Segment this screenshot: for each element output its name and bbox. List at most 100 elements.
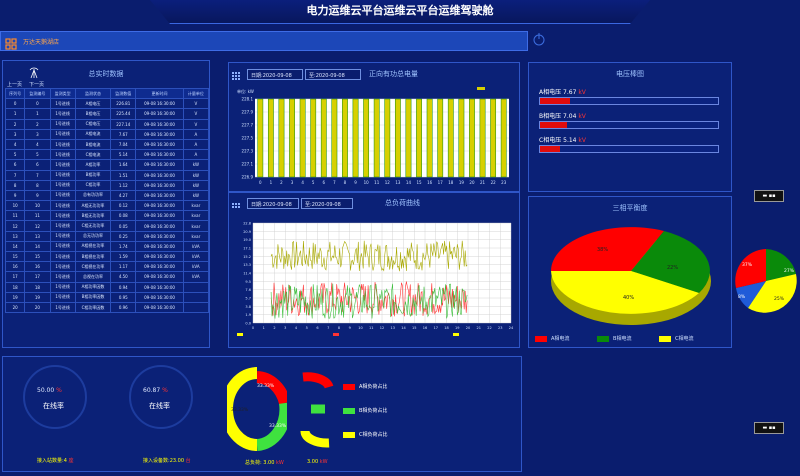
table-cell: 1号进线: [49, 281, 76, 293]
online-gauge-stations: 50.00 % 在线率: [23, 365, 87, 429]
table-cell: 1号进线: [49, 261, 76, 273]
table-cell: 12: [4, 220, 26, 232]
mini-label-r: 37%: [742, 262, 753, 268]
table-cell: 4: [4, 138, 26, 151]
energy-bar: [394, 98, 401, 178]
table-cell: 09-08 16:30:00: [135, 250, 184, 263]
table-row[interactable]: 2 2 1号进线 C相电压 227.14 09-08 16:30:00 V: [4, 118, 210, 130]
table-row[interactable]: 10 10 1号进线 A相无功功率 0.12 09-08 16:30:00 kvar: [4, 200, 210, 212]
legend-swatch-b: [597, 335, 610, 342]
energy-end-date[interactable]: 至:2020-09-08: [305, 69, 361, 80]
realtime-table-wrap: 序列号 监测编号 监测类型 监测状态 监测数值 更新时间 计量单位 0 0 1号进线 A相电压 22…: [4, 87, 210, 314]
x-tick-label: 24: [509, 326, 514, 330]
y-tick-label: 11.4: [243, 272, 252, 276]
energy-bar: [320, 98, 327, 178]
table-cell: 19: [4, 291, 26, 303]
table-cell: 09-08 16:30:00: [135, 230, 184, 242]
table-cell: 10: [24, 200, 51, 212]
table-row[interactable]: 1 1 1号进线 B相电压 225.44 09-08 16:30:00 V: [4, 108, 210, 120]
table-row[interactable]: 16 16 1号进线 C相视在功率 1.17 09-08 16:30:00 kVA: [4, 261, 210, 273]
balance-panel: 三相平衡度 38% 22% 40% A相电流 B相电流 C相电流: [528, 196, 732, 348]
next-page-link[interactable]: 下一页: [29, 81, 44, 88]
energy-bar: [342, 98, 348, 178]
table-cell: A: [182, 128, 210, 140]
table-cell: 1号进线: [49, 230, 76, 242]
realtime-panel: 总实时数据 上一页 下一页 序列号 监测编号 监测类型 监测状态 监测数值 更新时间 计量单…: [2, 60, 210, 348]
donut-label-g: 33.33%: [269, 423, 287, 429]
x-tick-label: 12: [385, 180, 391, 185]
table-row[interactable]: 15 15 1号进线 B相视在功率 1.59 09-08 16:30:00 kVA: [4, 250, 210, 263]
table-row[interactable]: 18 18 1号进线 A相功率因数 0.94 09-08 16:30:00: [4, 281, 210, 293]
x-tick-label: 13: [391, 326, 395, 330]
table-row[interactable]: 0 0 1号进线 A相电压 226.81 09-08 16:30:00 V: [4, 98, 210, 110]
table-cell: 9: [24, 189, 51, 202]
grid-menu-icon[interactable]: [5, 35, 17, 50]
x-tick-label: 14: [406, 180, 412, 185]
total-load: 总负荷: 3.00 kW: [245, 460, 284, 466]
legend-swatch-c: [659, 335, 672, 342]
column-header: 监测数值: [110, 87, 137, 100]
date-label: 日期:: [251, 73, 263, 79]
to-label: 至:: [309, 73, 316, 79]
table-cell: 7: [4, 169, 26, 181]
table-row[interactable]: 17 17 1号进线 总视在功率 4.50 09-08 16:30:00 kVA: [4, 271, 210, 283]
energy-bar: [479, 98, 486, 178]
x-tick-label: 22: [491, 180, 497, 185]
table-row[interactable]: 8 8 1号进线 C相功率 1.12 09-08 16:30:00 kW: [4, 179, 210, 191]
table-row[interactable]: 9 9 1号进线 总有功功率 4.27 09-08 16:30:00 kW: [4, 189, 210, 202]
x-tick-label: 1: [270, 180, 273, 185]
toggle-button-bottom[interactable]: ▬ ▪▪: [754, 422, 784, 434]
table-cell: A相电压: [74, 98, 112, 110]
y-tick-label: 228.1: [242, 97, 254, 102]
table-cell: 9: [4, 189, 26, 202]
column-header: 序列号: [4, 87, 26, 100]
table-row[interactable]: 4 4 1号进线 B相电流 7.04 09-08 16:30:00 A: [4, 138, 210, 151]
table-row[interactable]: 14 14 1号进线 A相视在功率 1.74 09-08 16:30:00 kVA: [4, 240, 210, 253]
load-start-date[interactable]: 日期:2020-09-08: [247, 198, 299, 209]
table-cell: kVA: [182, 250, 210, 263]
table-row[interactable]: 11 11 1号进线 B相无功功率 0.08 09-08 16:30:00 kvar: [4, 210, 210, 222]
table-cell: 13: [4, 230, 26, 242]
energy-bar: [469, 98, 475, 178]
table-row[interactable]: 12 12 1号进线 C相无功功率 0.05 09-08 16:30:00 kvar: [4, 220, 210, 232]
company-name[interactable]: 万达天鹅湖店: [23, 37, 59, 46]
energy-start-date[interactable]: 日期:2020-09-08: [247, 69, 303, 80]
table-cell: 09-08 16:30:00: [135, 189, 184, 202]
table-cell: kW: [182, 179, 210, 191]
table-row[interactable]: 19 19 1号进线 B相功率因数 0.95 09-08 16:30:00: [4, 291, 210, 303]
page-title: 电力运维云平台运维云平台运维驾驶舱: [306, 4, 494, 17]
power-icon[interactable]: [532, 28, 546, 52]
calendar-icon[interactable]: [232, 67, 242, 80]
voltage-bar: [539, 145, 719, 153]
table-row[interactable]: 6 6 1号进线 A相功率 1.64 09-08 16:30:00 kW: [4, 159, 210, 171]
table-cell: 09-08 16:30:00: [135, 220, 184, 232]
table-cell: 12: [24, 220, 51, 232]
prev-page-link[interactable]: 上一页: [7, 81, 22, 88]
to-value: 2020-09-08: [311, 202, 341, 208]
x-tick-label: 14: [401, 326, 406, 330]
table-row[interactable]: 3 3 1号进线 A相电流 7.67 09-08 16:30:00 A: [4, 128, 210, 140]
load-end-date[interactable]: 至:2020-09-08: [301, 198, 353, 209]
y-tick-label: 5.7: [245, 297, 251, 301]
y-axis-label: 单位: kW: [237, 88, 254, 94]
table-cell: 4: [24, 138, 51, 151]
pie-label-a: 38%: [597, 247, 608, 253]
x-tick-label: 15: [416, 180, 422, 185]
x-tick-label: 13: [395, 180, 401, 185]
table-cell: 20: [4, 301, 26, 314]
table-row[interactable]: 13 13 1号进线 总无功功率 0.25 09-08 16:30:00 kvar: [4, 230, 210, 242]
table-cell: 09-08 16:30:00: [135, 118, 184, 130]
table-cell: 1: [4, 108, 26, 120]
legend-swatch: [237, 333, 243, 336]
table-row[interactable]: 7 7 1号进线 B相功率 1.51 09-08 16:30:00 kW: [4, 169, 210, 181]
x-tick-label: 5: [306, 326, 308, 330]
toggle-button-top[interactable]: ▬ ▪▪: [754, 190, 784, 202]
calendar-icon[interactable]: [232, 198, 242, 208]
ratio-arc-red: [302, 372, 334, 389]
column-header: 监测状态: [74, 87, 112, 100]
donut-label-y: 33.33%: [231, 407, 249, 413]
x-tick-label: 21: [477, 326, 481, 330]
table-row[interactable]: 5 5 1号进线 C相电流 5.14 09-08 16:30:00 A: [4, 149, 210, 161]
y-tick-label: 7.6: [245, 288, 251, 292]
table-row[interactable]: 20 20 1号进线 C相功率因数 0.96 09-08 16:30:00: [4, 301, 210, 314]
